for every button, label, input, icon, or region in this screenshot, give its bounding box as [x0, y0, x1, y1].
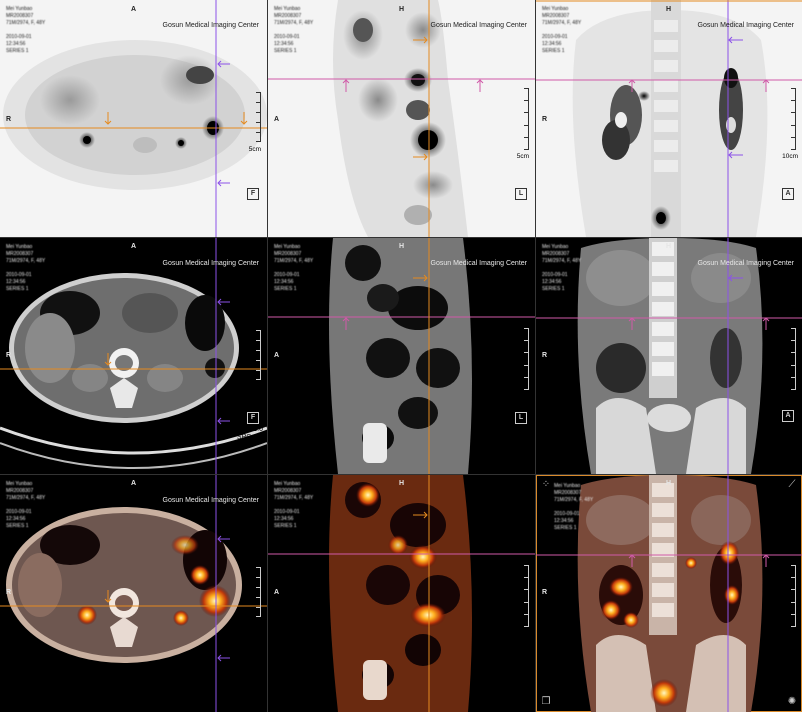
plane-orientation-icon[interactable]: A [782, 188, 794, 200]
window-level-icon[interactable]: ⟋ [786, 479, 798, 491]
scale-bar [787, 328, 796, 390]
divider [267, 0, 268, 712]
ct-sagittal-pane[interactable]: Mei Yunbao MR2008307 71M/2974, F, 48Y 2010… [268, 238, 535, 474]
patient-info: Mei Yunbao MR2008307 71M/2974, F, 48Y 2010… [542, 244, 582, 292]
patient-info: Mei Yunbao MR2008307 71M/2974, F, 48Y 2010… [274, 6, 314, 54]
center-name: Gosun Medical Imaging Center [430, 260, 528, 267]
center-name: Gosun Medical Imaging Center [430, 22, 528, 29]
settings-icon[interactable]: ✺ [786, 696, 798, 708]
orientation-top: A [131, 6, 137, 13]
orientation-left: R [6, 352, 12, 359]
scale-bar [252, 330, 261, 380]
fusion-sagittal-pane[interactable]: Mei Yunbao MR2008307 71M/2974, F, 48Y 2010… [268, 475, 535, 712]
orientation-left: A [274, 116, 280, 123]
patient-info: Mei Yunbao MR2008307 71M/2974, F, 48Y 2010… [6, 481, 46, 529]
orientation-left: R [542, 352, 548, 359]
orientation-top: H [666, 243, 672, 250]
orientation-left: R [542, 589, 548, 596]
scale-bar [252, 567, 261, 617]
orientation-top: H [399, 480, 405, 487]
slice-info: SL 1.0 SPC 1.0 [236, 426, 263, 441]
scale-bar [252, 92, 261, 142]
orientation-top: H [666, 6, 672, 13]
scale-label: 10cm [782, 392, 798, 399]
center-name: Gosun Medical Imaging Center [162, 260, 260, 267]
scale-label: 5cm [516, 153, 529, 160]
pet-axial-pane[interactable]: Mei Yunbao MR2008307 71M/2974, F, 48Y 2010… [0, 0, 267, 237]
fusion-coronal-pane[interactable]: Mei Yunbao MR2008307 71M/2974, F, 48Y 2010… [536, 475, 802, 712]
orientation-left: R [6, 116, 12, 123]
scale-bar [520, 328, 529, 390]
layers-icon[interactable]: ❐ [540, 696, 552, 708]
center-name: Gosun Medical Imaging Center [162, 497, 260, 504]
orientation-top: H [666, 480, 672, 487]
scale-label: 5cm [248, 384, 261, 391]
scale-label: 10cm [782, 629, 798, 636]
divider [535, 0, 536, 712]
plane-orientation-icon[interactable]: L [515, 412, 527, 424]
patient-info: Mei Yunbao MR2008307 71M/2974, F, 48Y 2010… [274, 481, 314, 529]
slice-info: SL 1.0 SPC 1.0 [504, 426, 531, 441]
orientation-top: H [399, 243, 405, 250]
orientation-top: H [399, 6, 405, 13]
plane-orientation-icon[interactable]: F [247, 412, 259, 424]
orientation-top: A [131, 243, 137, 250]
scale-label: 5cm [248, 146, 261, 153]
scale-label: 5cm [516, 627, 529, 634]
plane-orientation-icon[interactable]: F [247, 188, 259, 200]
center-name: Gosun Medical Imaging Center [162, 22, 260, 29]
patient-info: Mei Yunbao MR2008307 71M/2974, F, 48Y 2010… [542, 6, 582, 54]
scale-bar [787, 565, 796, 627]
pet-ct-viewer: Mei Yunbao MR2008307 71M/2974, F, 48Y 2010… [0, 0, 802, 712]
pet-sagittal-pane[interactable]: Mei Yunbao MR2008307 71M/2974, F, 48Y 2010… [268, 0, 535, 237]
orientation-left: R [542, 116, 548, 123]
scale-label: 10cm [782, 153, 798, 160]
plane-orientation-icon[interactable]: A [782, 410, 794, 422]
scale-bar [787, 88, 796, 150]
center-name: Gosun Medical Imaging Center [697, 260, 795, 267]
pet-coronal-pane[interactable]: Mei Yunbao MR2008307 71M/2974, F, 48Y 2010… [536, 0, 802, 237]
layout-grid-icon[interactable]: ⁘ [540, 479, 552, 491]
scale-label: 5cm [516, 390, 529, 397]
ct-coronal-pane[interactable]: Mei Yunbao MR2008307 71M/2974, F, 48Y 2010… [536, 238, 802, 474]
orientation-left: A [274, 352, 280, 359]
slice-info: SL 1.0 SPC 1.0 [771, 426, 798, 441]
patient-info: Mei Yunbao MR2008307 71M/2974, F, 48Y 2010… [554, 483, 594, 531]
divider [0, 474, 802, 475]
fusion-axial-pane[interactable]: Mei Yunbao MR2008307 71M/2974, F, 48Y 2010… [0, 475, 267, 712]
divider [0, 237, 802, 238]
center-name: Gosun Medical Imaging Center [697, 22, 795, 29]
ct-axial-pane[interactable]: Mei Yunbao MR2008307 71M/2974, F, 48Y 2010… [0, 238, 267, 474]
patient-info: Mei Yunbao MR2008307 71M/2974, F, 48Y 2010… [6, 6, 46, 54]
scale-label: 5cm [248, 621, 261, 628]
orientation-left: A [274, 589, 280, 596]
scale-bar [520, 565, 529, 627]
orientation-top: A [131, 480, 137, 487]
scale-bar [520, 88, 529, 150]
plane-orientation-icon[interactable]: L [515, 188, 527, 200]
patient-info: Mei Yunbao MR2008307 71M/2974, F, 48Y 2010… [274, 244, 314, 292]
patient-info: Mei Yunbao MR2008307 71M/2974, F, 48Y 2010… [6, 244, 46, 292]
orientation-left: R [6, 589, 12, 596]
